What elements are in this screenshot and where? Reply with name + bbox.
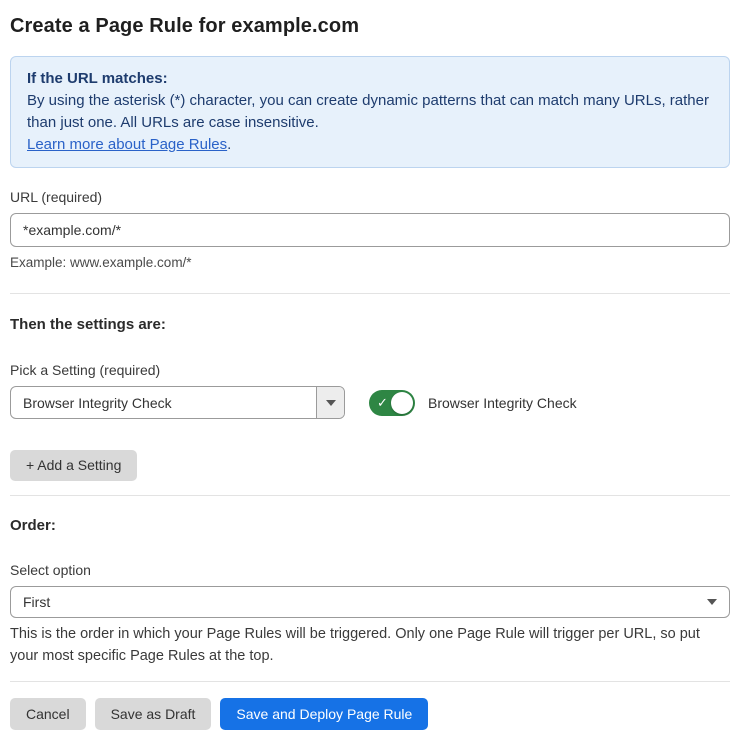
chevron-down-icon: [326, 400, 336, 406]
url-match-info-box: If the URL matches: By using the asteris…: [10, 56, 730, 168]
chevron-down-icon: [707, 599, 717, 605]
info-box-heading: If the URL matches:: [27, 68, 713, 90]
setting-dropdown-value: Browser Integrity Check: [11, 387, 316, 418]
pick-setting-label: Pick a Setting (required): [10, 361, 730, 379]
url-example-hint: Example: www.example.com/*: [10, 254, 730, 271]
order-select-label: Select option: [10, 561, 730, 579]
setting-dropdown[interactable]: Browser Integrity Check: [10, 386, 345, 419]
add-setting-button[interactable]: + Add a Setting: [10, 450, 137, 481]
link-suffix: .: [227, 136, 231, 153]
check-icon: ✓: [377, 396, 388, 409]
url-input[interactable]: [10, 213, 730, 247]
page-rule-form: Create a Page Rule for example.com If th…: [10, 0, 730, 730]
info-link-line: Learn more about Page Rules.: [27, 134, 713, 156]
divider-after-url: [10, 293, 730, 294]
url-field-label: URL (required): [10, 188, 730, 206]
info-box-body: By using the asterisk (*) character, you…: [27, 90, 713, 134]
divider-after-settings: [10, 495, 730, 496]
browser-integrity-toggle[interactable]: ✓: [369, 390, 415, 416]
save-draft-button[interactable]: Save as Draft: [95, 698, 212, 730]
toggle-label: Browser Integrity Check: [428, 395, 577, 411]
settings-section-heading: Then the settings are:: [10, 315, 730, 334]
toggle-knob: [391, 392, 413, 414]
order-select-value: First: [23, 594, 707, 610]
cancel-button[interactable]: Cancel: [10, 698, 86, 730]
divider-before-footer: [10, 681, 730, 682]
order-section-heading: Order:: [10, 516, 730, 535]
order-select[interactable]: First: [10, 586, 730, 618]
setting-dropdown-button[interactable]: [316, 387, 344, 418]
setting-toggle-group: ✓ Browser Integrity Check: [369, 390, 577, 416]
order-description: This is the order in which your Page Rul…: [10, 623, 730, 667]
setting-row: Browser Integrity Check ✓ Browser Integr…: [10, 386, 730, 419]
learn-more-link[interactable]: Learn more about Page Rules: [27, 136, 227, 153]
footer-actions: Cancel Save as Draft Save and Deploy Pag…: [10, 698, 730, 730]
page-title: Create a Page Rule for example.com: [10, 14, 730, 38]
save-deploy-button[interactable]: Save and Deploy Page Rule: [220, 698, 428, 730]
